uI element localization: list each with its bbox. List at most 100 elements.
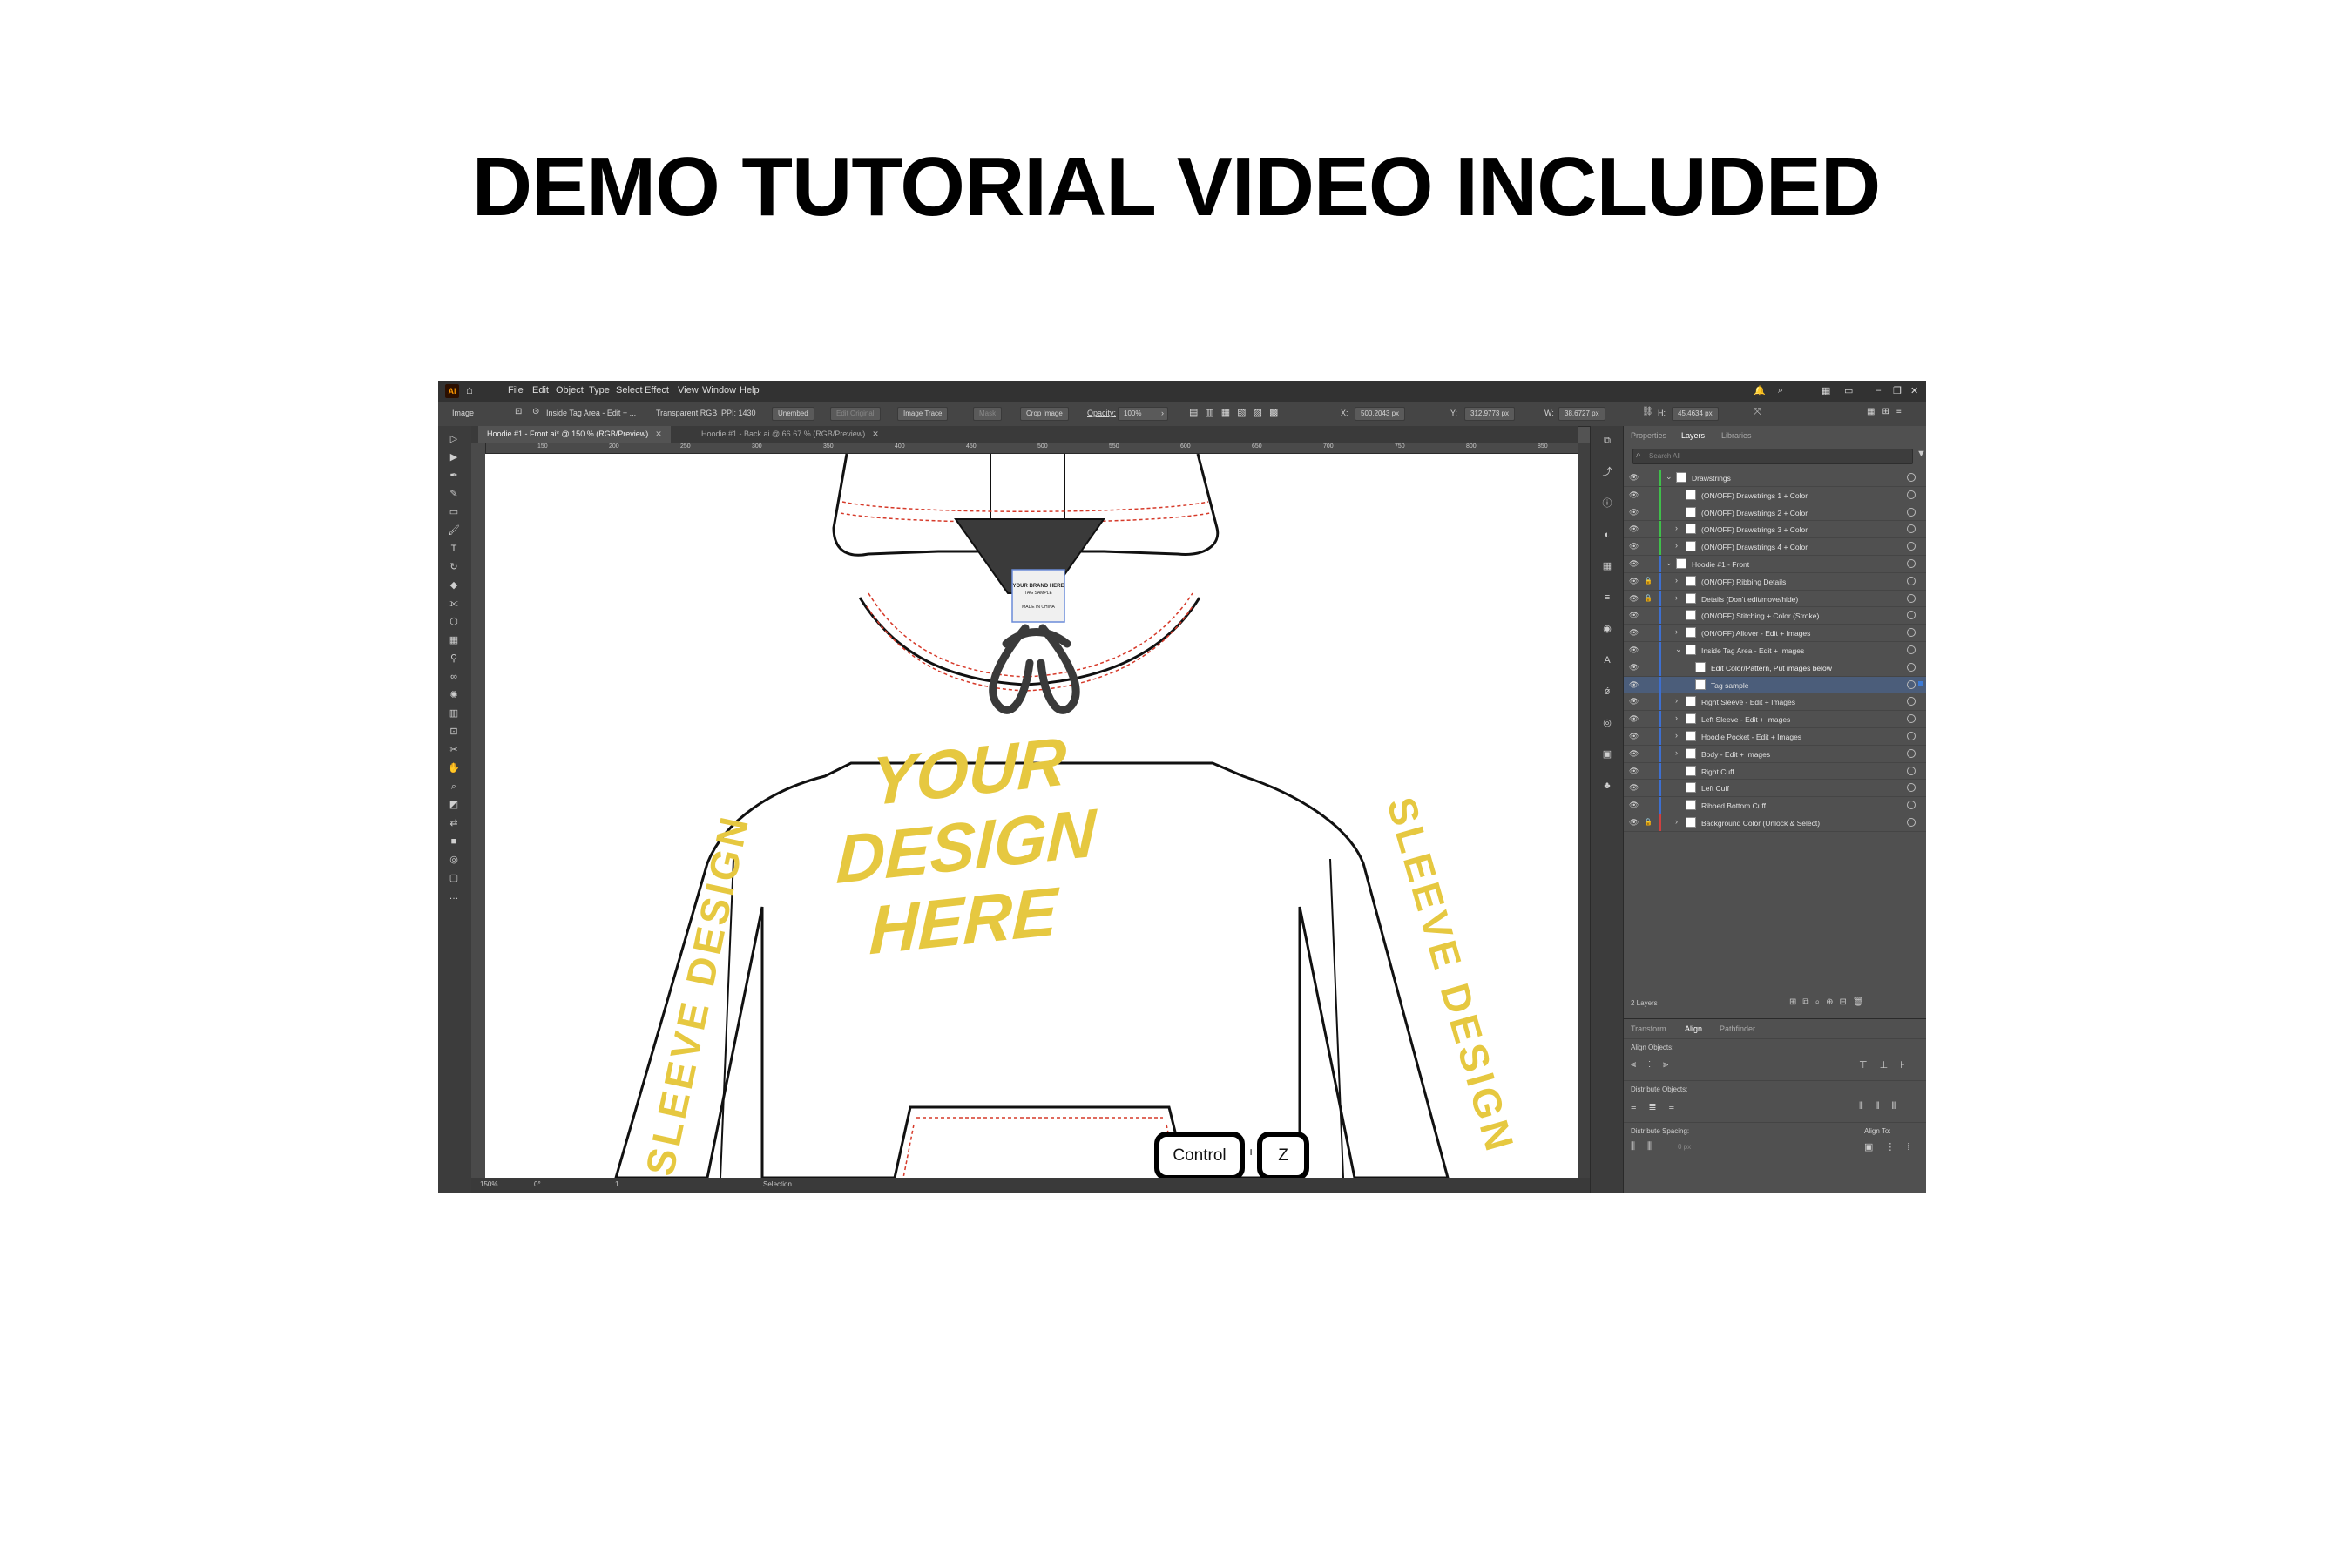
edit-original-button[interactable]: Edit Original <box>830 407 881 421</box>
layer-row[interactable]: 👁 🔒 › Details (Don't edit/move/hide) <box>1624 590 1926 608</box>
visibility-eye-icon[interactable]: 👁 <box>1629 783 1639 793</box>
layer-search-input[interactable]: ⌕ Search All <box>1632 449 1913 464</box>
layer-row[interactable]: 👁 Left Cuff <box>1624 780 1926 798</box>
menu-item-select[interactable]: Select <box>616 385 643 395</box>
pen-tool-icon[interactable]: ✒ <box>447 470 461 482</box>
swap-colors-icon[interactable]: ⇄ <box>447 817 461 829</box>
visibility-eye-icon[interactable]: 👁 <box>1629 559 1639 569</box>
visibility-eye-icon[interactable]: 👁 <box>1629 801 1639 810</box>
graph-tool-icon[interactable]: ▥ <box>447 707 461 720</box>
align-top-middle-bottom-icons[interactable]: ⊤⊥⊦ <box>1859 1059 1917 1071</box>
menu-item-object[interactable]: Object <box>556 385 584 395</box>
shape-builder-tool-icon[interactable]: ⬡ <box>447 616 461 628</box>
target-circle-icon[interactable] <box>1907 662 1916 672</box>
visibility-eye-icon[interactable]: 👁 <box>1629 767 1639 776</box>
target-circle-icon[interactable] <box>1907 611 1916 620</box>
menu-item-window[interactable]: Window <box>702 385 736 395</box>
chevron-right-icon[interactable]: › <box>1675 576 1678 585</box>
curvature-tool-icon[interactable]: ✎ <box>447 488 461 500</box>
w-input[interactable]: 38.6727 px <box>1558 407 1605 421</box>
target-circle-icon[interactable] <box>1907 801 1916 810</box>
target-circle-icon[interactable] <box>1907 748 1916 758</box>
layer-row[interactable]: 👁 Edit Color/Pattern, Put images below <box>1624 659 1926 677</box>
perspective-grid-icon[interactable]: ▦ <box>447 634 461 646</box>
tab-align[interactable]: Align <box>1685 1024 1702 1033</box>
more-tools-icon[interactable]: … <box>447 890 461 902</box>
visibility-eye-icon[interactable]: 👁 <box>1629 663 1639 672</box>
layer-row[interactable]: 👁 › Body - Edit + Images <box>1624 745 1926 763</box>
graphic-styles-icon[interactable]: ▣ <box>1600 748 1614 760</box>
visibility-eye-icon[interactable]: 👁 <box>1629 680 1639 690</box>
y-input[interactable]: 312.9773 px <box>1464 407 1516 421</box>
layer-row[interactable]: 👁 🔒 › (ON/OFF) Ribbing Details <box>1624 572 1926 591</box>
target-circle-icon[interactable] <box>1907 490 1916 499</box>
opacity-chevron-icon[interactable]: › <box>1161 409 1164 417</box>
chevron-right-icon[interactable]: › <box>1675 731 1678 740</box>
visibility-eye-icon[interactable]: 👁 <box>1629 524 1639 534</box>
layer-row[interactable]: 👁 Ribbed Bottom Cuff <box>1624 797 1926 814</box>
crop-image-button[interactable]: Crop Image <box>1020 407 1069 421</box>
layer-row[interactable]: 👁 ⌄ Hoodie #1 - Front <box>1624 555 1926 573</box>
layer-row[interactable]: 👁 (ON/OFF) Drawstrings 1 + Color <box>1624 486 1926 504</box>
layers-footer-icons[interactable]: ⊞⧉⌕⊕⊟🗑 <box>1789 997 1870 1007</box>
color-mode-icon[interactable]: ■ <box>447 835 461 848</box>
x-input[interactable]: 500.2043 px <box>1355 407 1406 421</box>
visibility-eye-icon[interactable]: 👁 <box>1629 714 1639 724</box>
chevron-right-icon[interactable]: › <box>1675 541 1678 550</box>
menu-item-effect[interactable]: Effect <box>645 385 669 395</box>
linked-file-icon[interactable]: ⊡ <box>515 407 522 416</box>
tab-transform[interactable]: Transform <box>1631 1024 1666 1033</box>
blend-tool-icon[interactable]: ∞ <box>447 671 461 683</box>
menu-item-view[interactable]: View <box>678 385 699 395</box>
eyedropper-tool-icon[interactable]: ⚲ <box>447 652 461 665</box>
mask-button[interactable]: Mask <box>973 407 1003 421</box>
target-circle-icon[interactable] <box>1907 524 1916 534</box>
search-icon[interactable]: ⌕ <box>1778 385 1783 396</box>
align-left-center-right-icons[interactable]: ⫷⫶⫸ <box>1631 1059 1680 1071</box>
arrange-documents-icon[interactable]: ▦ <box>1821 385 1830 396</box>
chevron-right-icon[interactable]: › <box>1675 713 1678 722</box>
visibility-eye-icon[interactable]: 👁 <box>1629 473 1639 483</box>
target-circle-icon[interactable] <box>1907 731 1916 740</box>
layer-row[interactable]: 👁 ⌄ Inside Tag Area - Edit + Images <box>1624 641 1926 659</box>
visibility-eye-icon[interactable]: 👁 <box>1629 490 1639 500</box>
visibility-eye-icon[interactable]: 👁 <box>1629 577 1639 586</box>
target-circle-icon[interactable] <box>1907 628 1916 638</box>
target-circle-icon[interactable] <box>1907 679 1916 689</box>
type-tool-icon[interactable]: T <box>447 543 461 555</box>
tab-libraries[interactable]: Libraries <box>1721 431 1752 440</box>
target-circle-icon[interactable] <box>1907 593 1916 603</box>
visibility-eye-icon[interactable]: 👁 <box>1629 697 1639 706</box>
align-icons[interactable]: ▤▥▦▧▨▩ <box>1189 407 1285 418</box>
color-panel-icon[interactable]: ◐ <box>1600 529 1614 541</box>
rotate-tool-icon[interactable]: ↻ <box>447 561 461 573</box>
chevron-down-icon[interactable]: ⌄ <box>1666 558 1673 568</box>
layer-row[interactable]: 👁 (ON/OFF) Stitching + Color (Stroke) <box>1624 607 1926 625</box>
visibility-eye-icon[interactable]: 👁 <box>1629 542 1639 551</box>
visibility-eye-icon[interactable]: 👁 <box>1629 645 1639 655</box>
menu-item-help[interactable]: Help <box>740 385 760 395</box>
target-circle-icon[interactable] <box>1907 783 1916 793</box>
chevron-right-icon[interactable]: › <box>1675 696 1678 705</box>
target-icon[interactable]: ⊙ <box>532 407 539 416</box>
artboards-panel-icon[interactable]: ⧉ <box>1600 435 1614 447</box>
unembed-button[interactable]: Unembed <box>772 407 814 421</box>
layer-row[interactable]: 👁 › Hoodie Pocket - Edit + Images <box>1624 727 1926 746</box>
symbol-sprayer-icon[interactable]: ✺ <box>447 689 461 701</box>
rotate-select[interactable]: 0° <box>534 1180 541 1188</box>
hoodie-artwork[interactable]: YOUR BRAND HERE TAG SAMPLE MADE IN CHINA… <box>485 454 1578 1178</box>
filter-icon[interactable]: ▼ <box>1916 449 1926 459</box>
chevron-right-icon[interactable]: › <box>1675 817 1678 826</box>
chevron-right-icon[interactable]: › <box>1675 627 1678 636</box>
tab-hoodie-front[interactable]: Hoodie #1 - Front.ai* @ 150 % (RGB/Previ… <box>478 426 671 443</box>
document-info-icon[interactable]: ⓘ <box>1600 497 1614 510</box>
eraser-tool-icon[interactable]: ◆ <box>447 579 461 591</box>
target-circle-icon[interactable] <box>1907 766 1916 775</box>
distribute-spacing-icons[interactable]: ⫼⫼ <box>1631 1141 1664 1152</box>
stroke-panel-icon[interactable]: ≡ <box>1600 591 1614 604</box>
tab-properties[interactable]: Properties <box>1631 431 1666 440</box>
lock-icon[interactable]: 🔒 <box>1644 577 1652 585</box>
screen-mode-icon[interactable]: ▢ <box>447 872 461 884</box>
layer-row[interactable]: 👁 🔒 › Background Color (Unlock & Select) <box>1624 814 1926 832</box>
paintbrush-tool-icon[interactable]: 🖌 <box>447 524 461 537</box>
